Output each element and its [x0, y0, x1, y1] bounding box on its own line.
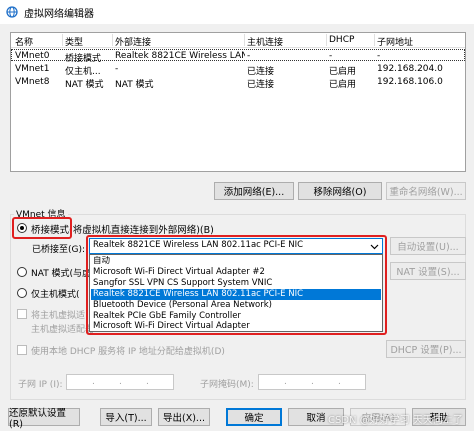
dhcp-label: 使用本地 DHCP 服务将 IP 地址分配给虚拟机(D) — [31, 347, 225, 357]
add-network-button[interactable]: 添加网络(E)... — [214, 182, 294, 200]
table-cell: VMnet8 — [15, 77, 50, 87]
nat-settings-button[interactable]: NAT 设置(S)... — [390, 262, 466, 280]
subnet-ip-label: 子网 IP (I): — [18, 380, 63, 390]
table-cell: - — [329, 51, 333, 61]
subnet-mask-label: 子网掩码(M): — [200, 380, 254, 390]
title-bar: 虚拟网络编辑器 — [0, 0, 474, 24]
table-cell: 已连接 — [247, 80, 275, 90]
subnet-ip-input[interactable]: . . . — [66, 374, 174, 390]
window-title: 虚拟网络编辑器 — [24, 9, 94, 20]
auto-settings-button[interactable]: 自动设置(U)... — [390, 237, 466, 255]
table-row[interactable]: VMnet8 NAT 模式 NAT 模式 已连接 已启用 192.168.106… — [11, 75, 465, 90]
table-row[interactable]: VMnet0 桥接模式 Realtek 8821CE Wireless LAN … — [11, 49, 465, 64]
highlight-box-bridged — [12, 217, 72, 239]
remove-network-button[interactable]: 移除网络(O) — [298, 182, 382, 200]
watermark: CSDN @好好学习 天天向上了 — [328, 415, 463, 426]
table-header: 名称 类型 外部连接 主机连接 DHCP 子网地址 — [11, 33, 465, 48]
table-cell: NAT 模式 — [115, 80, 154, 90]
table-cell: VMnet0 — [15, 51, 50, 61]
highlight-box-adapter — [86, 235, 387, 335]
column-header[interactable]: 名称 — [15, 35, 61, 48]
table-cell: 已启用 — [329, 80, 357, 90]
connect-host-adapter-checkbox[interactable] — [17, 309, 27, 319]
column-header[interactable]: DHCP — [329, 35, 373, 45]
subnet-mask-input[interactable]: . . . — [258, 374, 366, 390]
network-icon — [6, 6, 18, 18]
column-header[interactable]: 主机连接 — [247, 35, 325, 48]
host-only-label[interactable]: 仅主机模式( — [31, 287, 80, 300]
nat-mode-label[interactable]: NAT 模式(与虚 — [31, 266, 91, 279]
network-table[interactable]: 名称 类型 外部连接 主机连接 DHCP 子网地址 VMnet0 桥接模式 Re… — [10, 32, 466, 172]
bridged-to-label: 已桥接至(G): — [32, 245, 86, 255]
restore-defaults-button[interactable]: 还原默认设置(R) — [8, 408, 80, 430]
table-cell: 192.168.106.0 — [377, 77, 443, 87]
table-cell: 192.168.204.0 — [377, 64, 443, 74]
table-cell: NAT 模式 — [65, 80, 104, 90]
table-cell: - — [247, 51, 251, 61]
nat-mode-radio[interactable] — [17, 267, 27, 277]
column-header[interactable]: 子网地址 — [377, 35, 465, 48]
rename-network-button[interactable]: 重命名网络(W)... — [386, 182, 466, 200]
column-header[interactable]: 类型 — [65, 35, 111, 48]
table-cell: Realtek 8821CE Wireless LAN ... — [115, 51, 245, 61]
dhcp-settings-button[interactable]: DHCP 设置(P)... — [386, 340, 466, 358]
column-header[interactable]: 外部连接 — [115, 35, 245, 48]
ok-button[interactable]: 确定 — [226, 408, 282, 426]
table-row[interactable]: VMnet1 仅主机... - 已连接 已启用 192.168.204.0 — [11, 62, 465, 77]
import-button[interactable]: 导入(T)... — [100, 408, 152, 426]
export-button[interactable]: 导出(X)... — [158, 408, 210, 426]
host-only-radio[interactable] — [17, 288, 27, 298]
connect-host-adapter-sublabel: 主机虚拟适配器 — [31, 325, 95, 335]
dhcp-checkbox[interactable] — [17, 345, 27, 355]
table-cell: - — [377, 51, 381, 61]
table-cell: - — [115, 64, 119, 74]
table-cell: VMnet1 — [15, 64, 50, 74]
connect-host-adapter-label: 将主机虚拟适 — [31, 311, 86, 321]
